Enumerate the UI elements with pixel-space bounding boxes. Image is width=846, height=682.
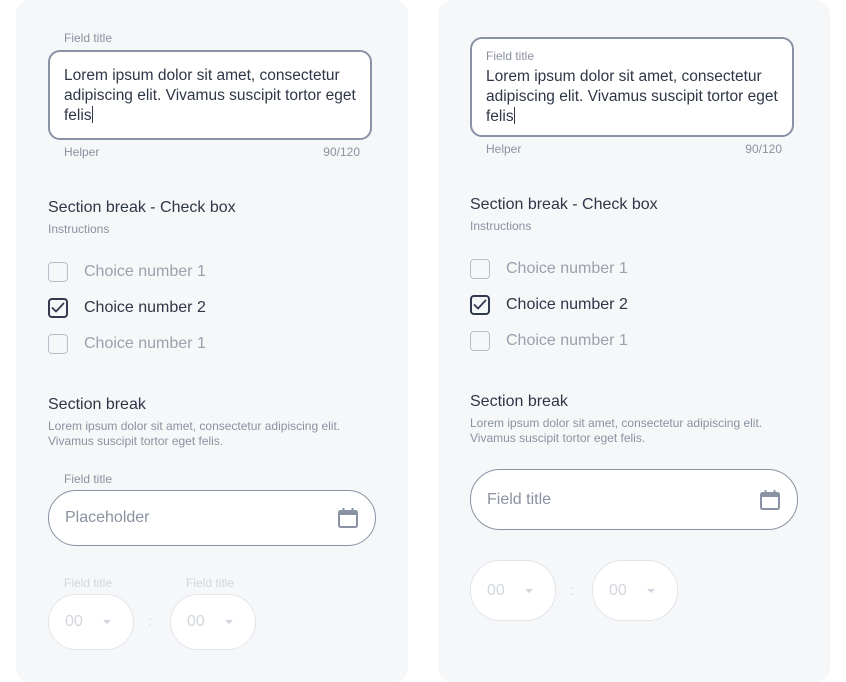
text-caret [91,106,93,123]
checkbox-checked[interactable] [470,295,490,315]
form-card-left: Field title Lorem ipsum dolor sit amet, … [16,0,408,682]
checkbox-choice[interactable]: Choice number 2 [48,296,206,320]
choice-label: Choice number 2 [84,299,206,316]
time-separator: : [148,613,152,629]
checkbox-section-title: Section break - Check box [48,199,236,216]
caret-down-icon [225,620,233,624]
date-placeholder: Placeholder [65,509,150,526]
time-separator: : [570,582,574,598]
section-description: Lorem ipsum dolor sit amet, consectetur … [48,419,341,448]
check-icon [473,299,487,310]
section-title: Section break [48,396,146,413]
hour-value: 00 [65,613,83,630]
helper-text: Helper [64,145,100,159]
check-icon [51,302,65,313]
checkbox-choice[interactable]: Choice number 1 [470,257,628,281]
choice-label: Choice number 1 [506,260,628,277]
char-counter: 90/120 [323,145,360,159]
checkbox-choice[interactable]: Choice number 1 [48,332,206,356]
textarea-value: Lorem ipsum dolor sit amet, consectetur … [64,67,356,124]
char-counter: 90/120 [745,142,782,156]
textarea-field[interactable]: Field title Lorem ipsum dolor sit amet, … [470,37,794,137]
helper-text: Helper [486,142,522,156]
caret-down-icon [525,589,533,593]
choice-label: Choice number 1 [84,263,206,280]
checkbox-checked[interactable] [48,298,68,318]
hour-select[interactable]: 00 [48,594,134,650]
checkbox[interactable] [48,262,68,282]
minute-value: 00 [609,582,627,599]
checkbox-choice[interactable]: Choice number 1 [48,260,206,284]
textarea-value: Lorem ipsum dolor sit amet, consectetur … [486,68,778,125]
section-title: Section break [470,393,568,410]
date-placeholder: Field title [487,491,552,508]
caret-down-icon [647,589,655,593]
date-field-title: Field title [64,472,113,486]
checkbox[interactable] [470,331,490,351]
calendar-icon[interactable] [337,507,359,529]
checkbox-choice[interactable]: Choice number 1 [470,329,628,353]
hour-value: 00 [487,582,505,599]
minute-select[interactable]: 00 [592,560,678,621]
checkbox-section-instructions: Instructions [470,219,532,233]
caret-down-icon [103,620,111,624]
hour-field-title: Field title [64,576,113,590]
checkbox-choice[interactable]: Choice number 2 [470,293,628,317]
minute-select[interactable]: 00 [170,594,256,650]
textarea-field[interactable]: Lorem ipsum dolor sit amet, consectetur … [48,50,372,140]
choice-label: Choice number 2 [506,296,628,313]
checkbox[interactable] [470,259,490,279]
form-card-right: Field title Lorem ipsum dolor sit amet, … [438,0,830,682]
minute-field-title: Field title [186,576,235,590]
choice-label: Choice number 1 [506,332,628,349]
checkbox[interactable] [48,334,68,354]
choice-label: Choice number 1 [84,335,206,352]
textarea-title: Field title [64,31,113,45]
textarea-title: Field title [486,49,535,63]
minute-value: 00 [187,613,205,630]
hour-select[interactable]: 00 [470,560,556,621]
checkbox-section-instructions: Instructions [48,222,110,236]
date-input[interactable]: Field title [470,469,798,530]
calendar-icon[interactable] [759,489,781,511]
date-input[interactable]: Placeholder [48,490,376,546]
checkbox-section-title: Section break - Check box [470,196,658,213]
text-caret [513,107,515,124]
section-description: Lorem ipsum dolor sit amet, consectetur … [470,416,763,445]
